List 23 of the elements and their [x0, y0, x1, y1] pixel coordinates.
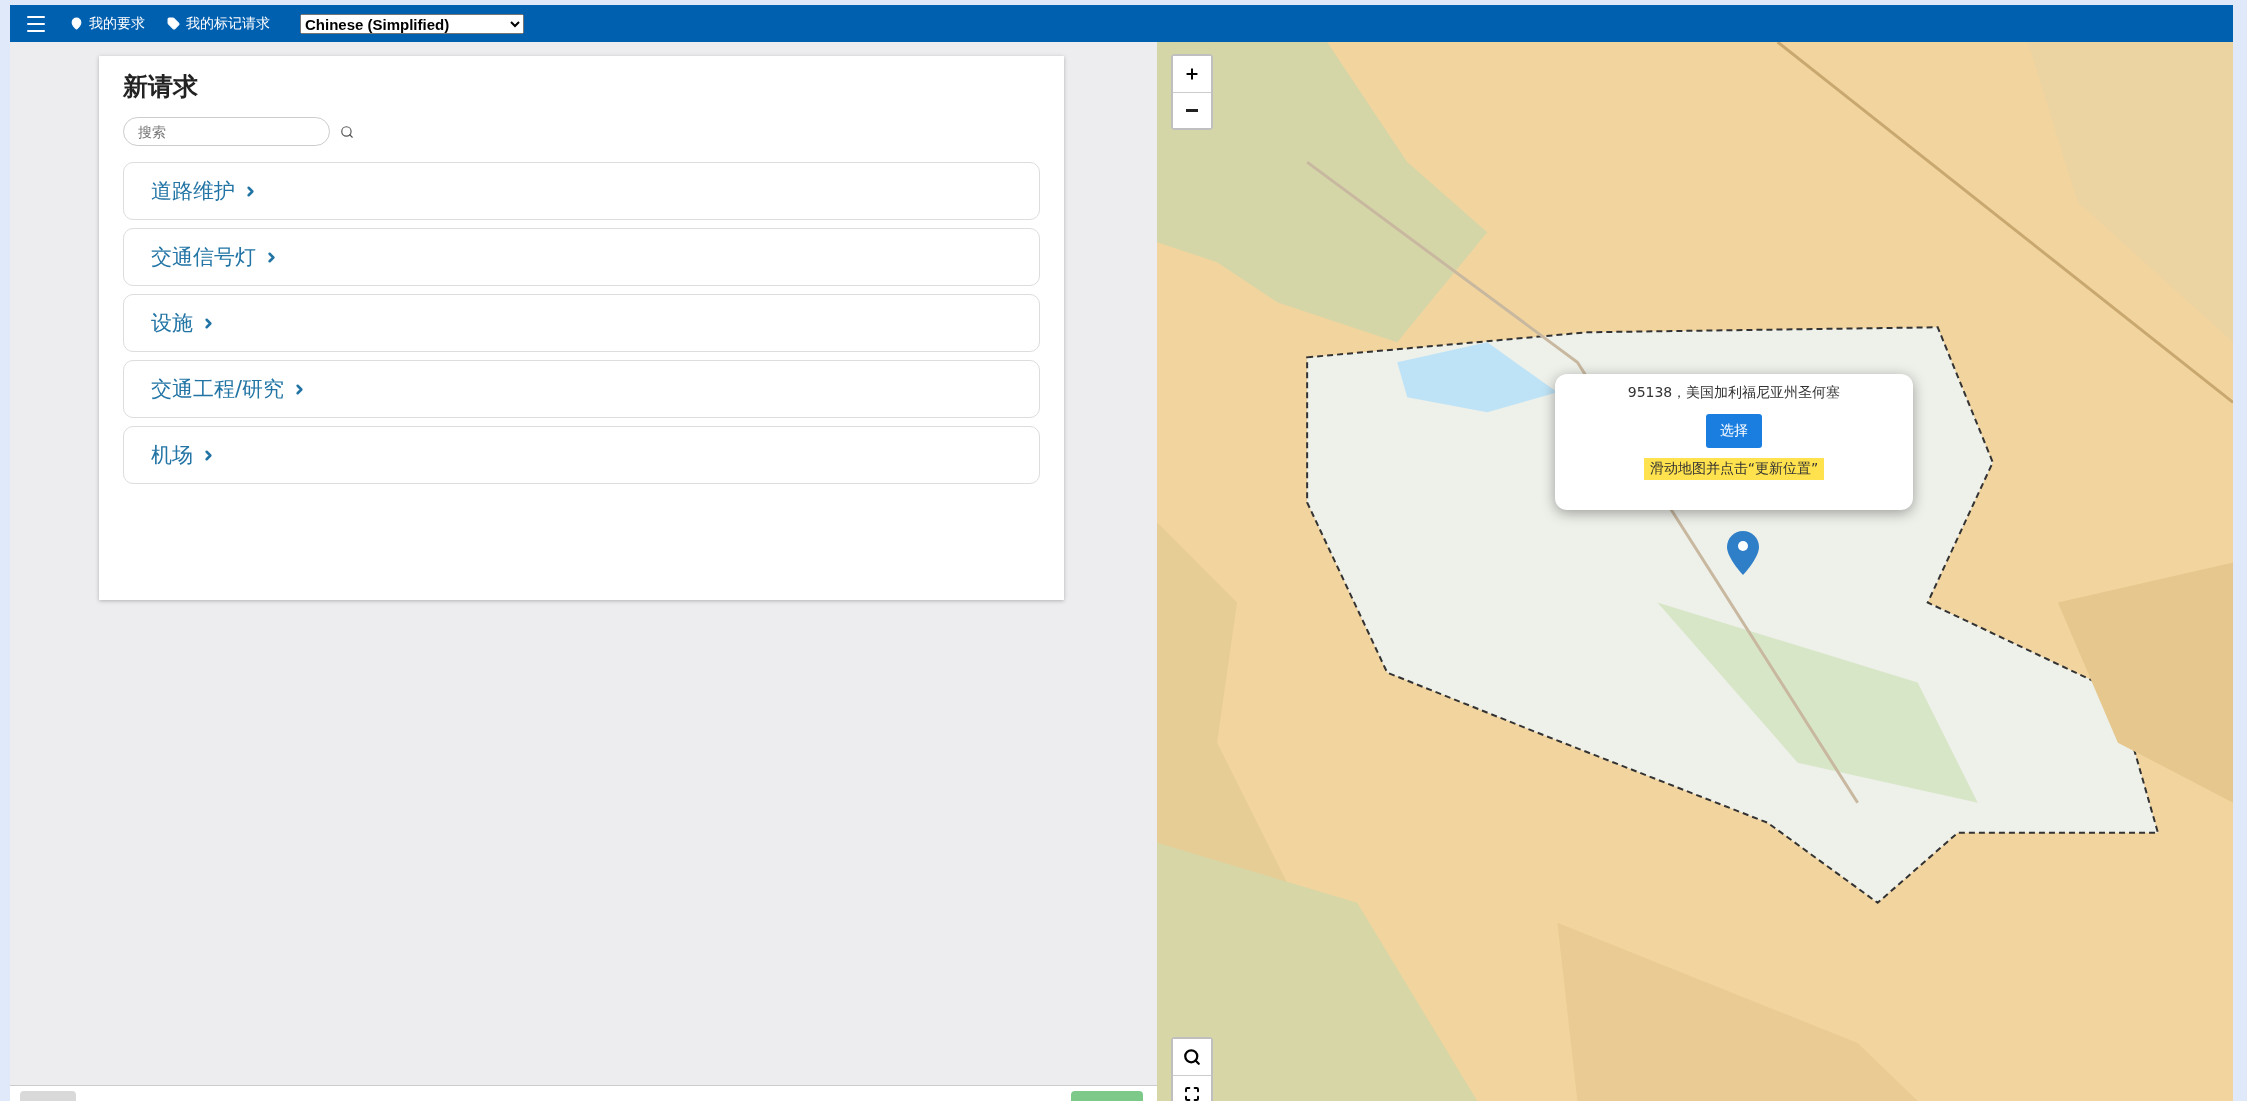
fullscreen-button[interactable]: [1173, 1075, 1211, 1101]
tag-icon: [167, 17, 180, 30]
category-item[interactable]: 设施: [123, 294, 1040, 352]
category-item[interactable]: 道路维护: [123, 162, 1040, 220]
pin-icon: [70, 17, 83, 30]
fullscreen-icon: [1184, 1085, 1200, 1101]
category-item[interactable]: 交通信号灯: [123, 228, 1040, 286]
search-icon: [1183, 1048, 1201, 1066]
zoom-out-button[interactable]: [1173, 92, 1211, 128]
plus-icon: [1184, 66, 1200, 82]
search-icon[interactable]: [340, 124, 354, 139]
minus-icon: [1186, 109, 1198, 112]
search-field[interactable]: 搜索: [123, 117, 330, 146]
category-item[interactable]: 交通工程/研究: [123, 360, 1040, 418]
nav-link[interactable]: 我的标记请求: [167, 14, 270, 33]
nav-link[interactable]: 我的要求: [70, 14, 145, 33]
map-pin-icon[interactable]: [1727, 531, 1759, 575]
address-text: 95138，美国加利福尼亚州圣何塞: [1627, 384, 1841, 402]
hint-text: 滑动地图并点击“更新位置”: [1643, 458, 1825, 480]
category-item[interactable]: 机场: [123, 426, 1040, 484]
select-button[interactable]: 选择: [1706, 414, 1762, 448]
panel-title: 新请求: [123, 71, 199, 103]
language-select[interactable]: Chinese (Simplified): [300, 13, 524, 34]
